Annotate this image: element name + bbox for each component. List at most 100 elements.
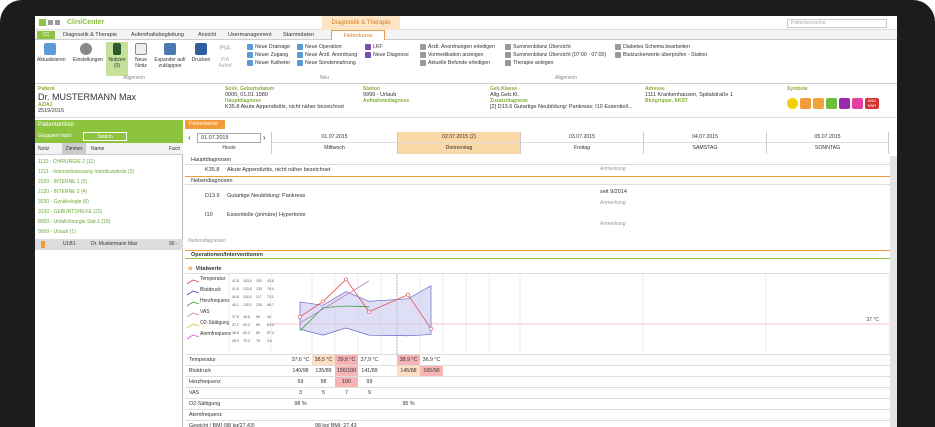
refresh-button[interactable]: Aktualisieren	[37, 42, 66, 76]
patient-row[interactable]: ULB1 Dr. Mustermann Max 90 -	[35, 239, 183, 250]
vital-cell[interactable]: 141/89	[358, 366, 381, 376]
vital-cell[interactable]	[312, 410, 335, 420]
today-button[interactable]: Heute	[197, 144, 261, 153]
vital-cell[interactable]: 9	[358, 388, 381, 398]
section-nebendiagnosen[interactable]: Nebendiagnosen	[185, 176, 897, 185]
create-therapy-button[interactable]: Therapie anlegen	[505, 59, 606, 67]
day-column-5[interactable]: 05.07.2015 SONNTAG	[766, 132, 889, 154]
vital-row[interactable]: Gewicht / BMI (98 kg/27,43) 98 kg/ BMI: 2…	[185, 420, 897, 427]
glucose-check-button[interactable]: Blutzuckerwerte überprüfen - Station	[615, 51, 707, 59]
day-column-2[interactable]: 02.07.2015 (2) Donnerstag	[397, 132, 520, 154]
section-hauptdiagnosen[interactable]: Hauptdiagnosen	[185, 156, 897, 165]
vital-cell[interactable]: 37,9 °C	[358, 355, 381, 365]
notes-button[interactable]: Notizen (0)	[106, 42, 128, 76]
tab-aufenthaltsbegleitung[interactable]: Aufenthaltsbegleitung	[131, 30, 184, 40]
new-operation-button[interactable]: Neue Operation	[297, 43, 357, 51]
annotation-hint[interactable]: Anmerkung	[600, 200, 626, 206]
vital-row[interactable]: O2-Sättigung 98 % 95 %	[185, 398, 897, 409]
balance-overview-timed-button[interactable]: Summenbilanz Übersicht (07:00 - 07:00)	[505, 51, 606, 59]
new-note-button[interactable]: Neue Notiz	[130, 42, 152, 76]
lkf-button[interactable]: LKF	[365, 43, 409, 51]
vital-cell[interactable]	[397, 388, 420, 398]
complete-findings-button[interactable]: Aktuelle Befunde erledigen	[420, 59, 495, 67]
new-order-button[interactable]: Neue Ärztl. Anordnung	[297, 51, 357, 59]
new-diagnosis-button[interactable]: Neue Diagnose	[365, 51, 409, 59]
diabetes-scheme-button[interactable]: Diabetes Schema bearbeiten	[615, 43, 707, 51]
vital-cell[interactable]: 156/100	[335, 366, 358, 376]
print-button[interactable]: Drucken	[189, 42, 213, 76]
pia-button[interactable]: PIA PIA Aufruf	[214, 42, 236, 76]
vital-cell[interactable]	[420, 388, 443, 398]
vital-cell[interactable]: 98	[312, 377, 335, 387]
vital-cell[interactable]	[397, 377, 420, 387]
vital-cell[interactable]: 3	[289, 388, 312, 398]
vital-row[interactable]: Atemfrequenz	[185, 409, 897, 420]
vital-cell[interactable]: 39,8 °C	[335, 355, 358, 365]
vital-cell[interactable]	[420, 399, 443, 409]
vital-cell[interactable]	[312, 399, 335, 409]
station-group-9999[interactable]: 9999 - Urlaub (1)	[38, 228, 76, 237]
vital-cell[interactable]	[420, 410, 443, 420]
vital-cell[interactable]: 5	[312, 388, 335, 398]
station-group-2120[interactable]: 2120 - INTERNE 2 (4)	[38, 188, 87, 197]
patient-search-input[interactable]: Patientensuche	[787, 19, 887, 28]
vital-row[interactable]: Blutdruck 140/98 135/89 156/100 141/89 145/88…	[185, 365, 897, 376]
tab-ansicht[interactable]: Ansicht	[198, 30, 216, 40]
vital-cell[interactable]	[335, 410, 358, 420]
vital-cell[interactable]: 38,9 °C	[397, 355, 420, 365]
vital-cell[interactable]: 165/90	[420, 366, 443, 376]
new-tube-feeding-button[interactable]: Neue Sondennahrung	[297, 59, 357, 67]
vital-cell[interactable]: 135/89	[312, 366, 335, 376]
expander-button[interactable]: Expander auf/ zuklappen	[154, 42, 186, 76]
vital-cell[interactable]: 38,5 °C	[312, 355, 335, 365]
vital-cell[interactable]: 7	[335, 388, 358, 398]
column-name[interactable]: Name	[91, 143, 104, 155]
vital-cell[interactable]: 140/98	[289, 366, 312, 376]
fieberkurve-tab[interactable]: Fieberkurve	[185, 120, 225, 129]
vital-cell[interactable]: 145/88	[397, 366, 420, 376]
vital-cell[interactable]	[358, 399, 381, 409]
tab-fieberkurve[interactable]: Fieberkurve	[331, 30, 385, 40]
vital-cell[interactable]	[397, 410, 420, 420]
day-column-1[interactable]: 01.07.2015 Mittwoch	[271, 132, 397, 154]
section-vitalwerte[interactable]: ⊖ Vitalwerte	[185, 265, 897, 274]
vital-cell[interactable]: 99	[358, 377, 381, 387]
premedication-button[interactable]: Vormedikation anzeigen	[420, 51, 495, 59]
section-operationen[interactable]: Operationen/Interventionen	[185, 250, 897, 259]
vital-row[interactable]: Temperatur 37,6 °C 38,5 °C 39,8 °C 37,9 °C 38…	[185, 354, 897, 365]
expand-icon[interactable]: ⊖	[188, 266, 193, 272]
settings-button[interactable]: Einstellungen	[73, 42, 103, 76]
annotation-hint[interactable]: Anmerkung	[600, 221, 626, 227]
tab-usermanagement[interactable]: Usermanagement	[228, 30, 272, 40]
vital-cell[interactable]: 69	[289, 377, 312, 387]
vital-cell[interactable]: 100	[335, 377, 358, 387]
station-group-1211[interactable]: 1211 - Intensivbetreuung Interdisziplinä…	[38, 168, 134, 177]
station-group-3130[interactable]: 3130 - GEBURTSHILFE (22)	[38, 208, 102, 217]
column-zimmer[interactable]: Zimmer	[62, 143, 86, 155]
station-group-2020[interactable]: 2020 - INTERNE 1 (5)	[38, 178, 87, 187]
new-catheter-button[interactable]: Neuer Katheter	[247, 59, 290, 67]
column-fach[interactable]: Fach	[169, 143, 180, 155]
next-day-arrow-icon[interactable]: ›	[263, 133, 266, 142]
station-group-3030[interactable]: 3030 - Gynäkologie (6)	[38, 198, 89, 207]
complete-orders-button[interactable]: Ärztl. Anordnungen erledigen	[420, 43, 495, 51]
column-notiz[interactable]: Notiz	[38, 143, 49, 155]
vital-cell[interactable]: 37,6 °C	[289, 355, 312, 365]
vital-cell[interactable]: 95 %	[397, 399, 420, 409]
day-column-3[interactable]: 03.07.2015 Freitag	[520, 132, 643, 154]
vital-cell[interactable]: 98 %	[289, 399, 312, 409]
vital-cell[interactable]	[358, 410, 381, 420]
vital-cell[interactable]	[335, 399, 358, 409]
vital-cell[interactable]	[420, 377, 443, 387]
tab-diagnostik[interactable]: Diagnostik & Therapie	[63, 30, 117, 40]
new-drainage-button[interactable]: Neue Drainage	[247, 43, 290, 51]
vital-cell[interactable]: 36,9 °C	[420, 355, 443, 365]
tab-stammdaten[interactable]: Stammdaten	[283, 30, 314, 40]
vertical-scrollbar[interactable]	[890, 156, 897, 427]
annotation-hint[interactable]: Anmerkung	[600, 166, 626, 172]
station-group-button[interactable]: Station	[83, 132, 127, 141]
balance-overview-button[interactable]: Summenbilanz Übersicht	[505, 43, 606, 51]
cc-menu-button[interactable]: CC	[37, 31, 55, 39]
vital-cell[interactable]	[289, 410, 312, 420]
date-picker[interactable]: 01.07.2015	[197, 133, 261, 143]
